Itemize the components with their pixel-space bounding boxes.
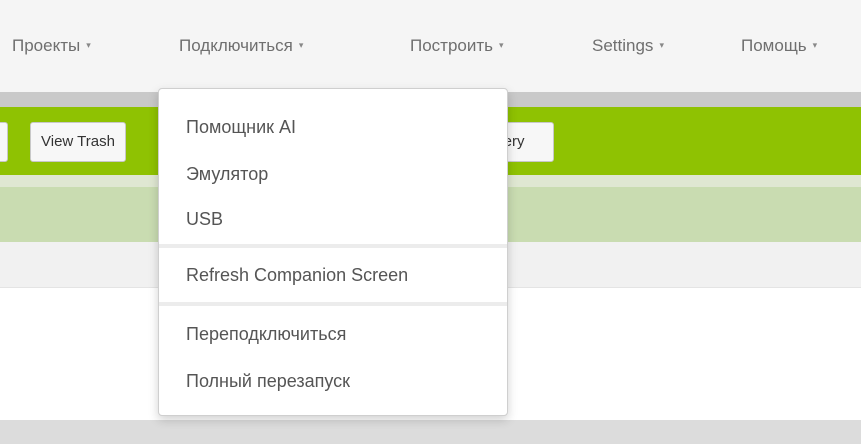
connect-dropdown-menu: Помощник AI Эмулятор USB Refresh Compani… xyxy=(158,88,508,416)
chevron-down-icon: ▾ xyxy=(812,40,818,50)
menu-item-ai-companion[interactable]: Помощник AI xyxy=(186,117,296,138)
menu-item-hard-reset[interactable]: Полный перезапуск xyxy=(186,371,350,392)
menu-settings-label: Settings xyxy=(592,36,654,55)
chevron-down-icon: ▾ xyxy=(659,40,664,50)
chevron-down-icon: ▾ xyxy=(298,40,304,50)
menu-build-label: Построить xyxy=(410,36,494,55)
menu-item-usb[interactable]: USB xyxy=(186,209,223,230)
menu-divider xyxy=(159,302,507,306)
menu-connect-label: Подключиться xyxy=(179,36,293,55)
view-trash-button[interactable]: View Trash xyxy=(30,122,126,162)
menu-divider xyxy=(159,244,507,248)
menu-projects[interactable]: Проекты ▾ xyxy=(12,36,91,56)
menu-item-refresh-companion[interactable]: Refresh Companion Screen xyxy=(186,265,408,286)
divider-stripe xyxy=(0,420,861,444)
chevron-down-icon: ▾ xyxy=(499,40,504,50)
top-menu-bar: Проекты ▾ Подключиться ▾ Построить ▾ Settin… xyxy=(0,0,861,92)
menu-help-label: Помощь xyxy=(741,36,807,55)
menu-help[interactable]: Помощь ▾ xyxy=(741,36,817,56)
menu-projects-label: Проекты xyxy=(12,36,81,55)
menu-settings[interactable]: Settings ▾ xyxy=(592,36,664,56)
menu-build[interactable]: Построить ▾ xyxy=(410,36,504,56)
menu-item-emulator[interactable]: Эмулятор xyxy=(186,164,268,185)
toolbar-button-partial[interactable] xyxy=(0,122,8,162)
menu-connect[interactable]: Подключиться ▾ xyxy=(179,36,303,56)
menu-item-reconnect[interactable]: Переподключиться xyxy=(186,324,346,345)
chevron-down-icon: ▾ xyxy=(86,40,91,50)
